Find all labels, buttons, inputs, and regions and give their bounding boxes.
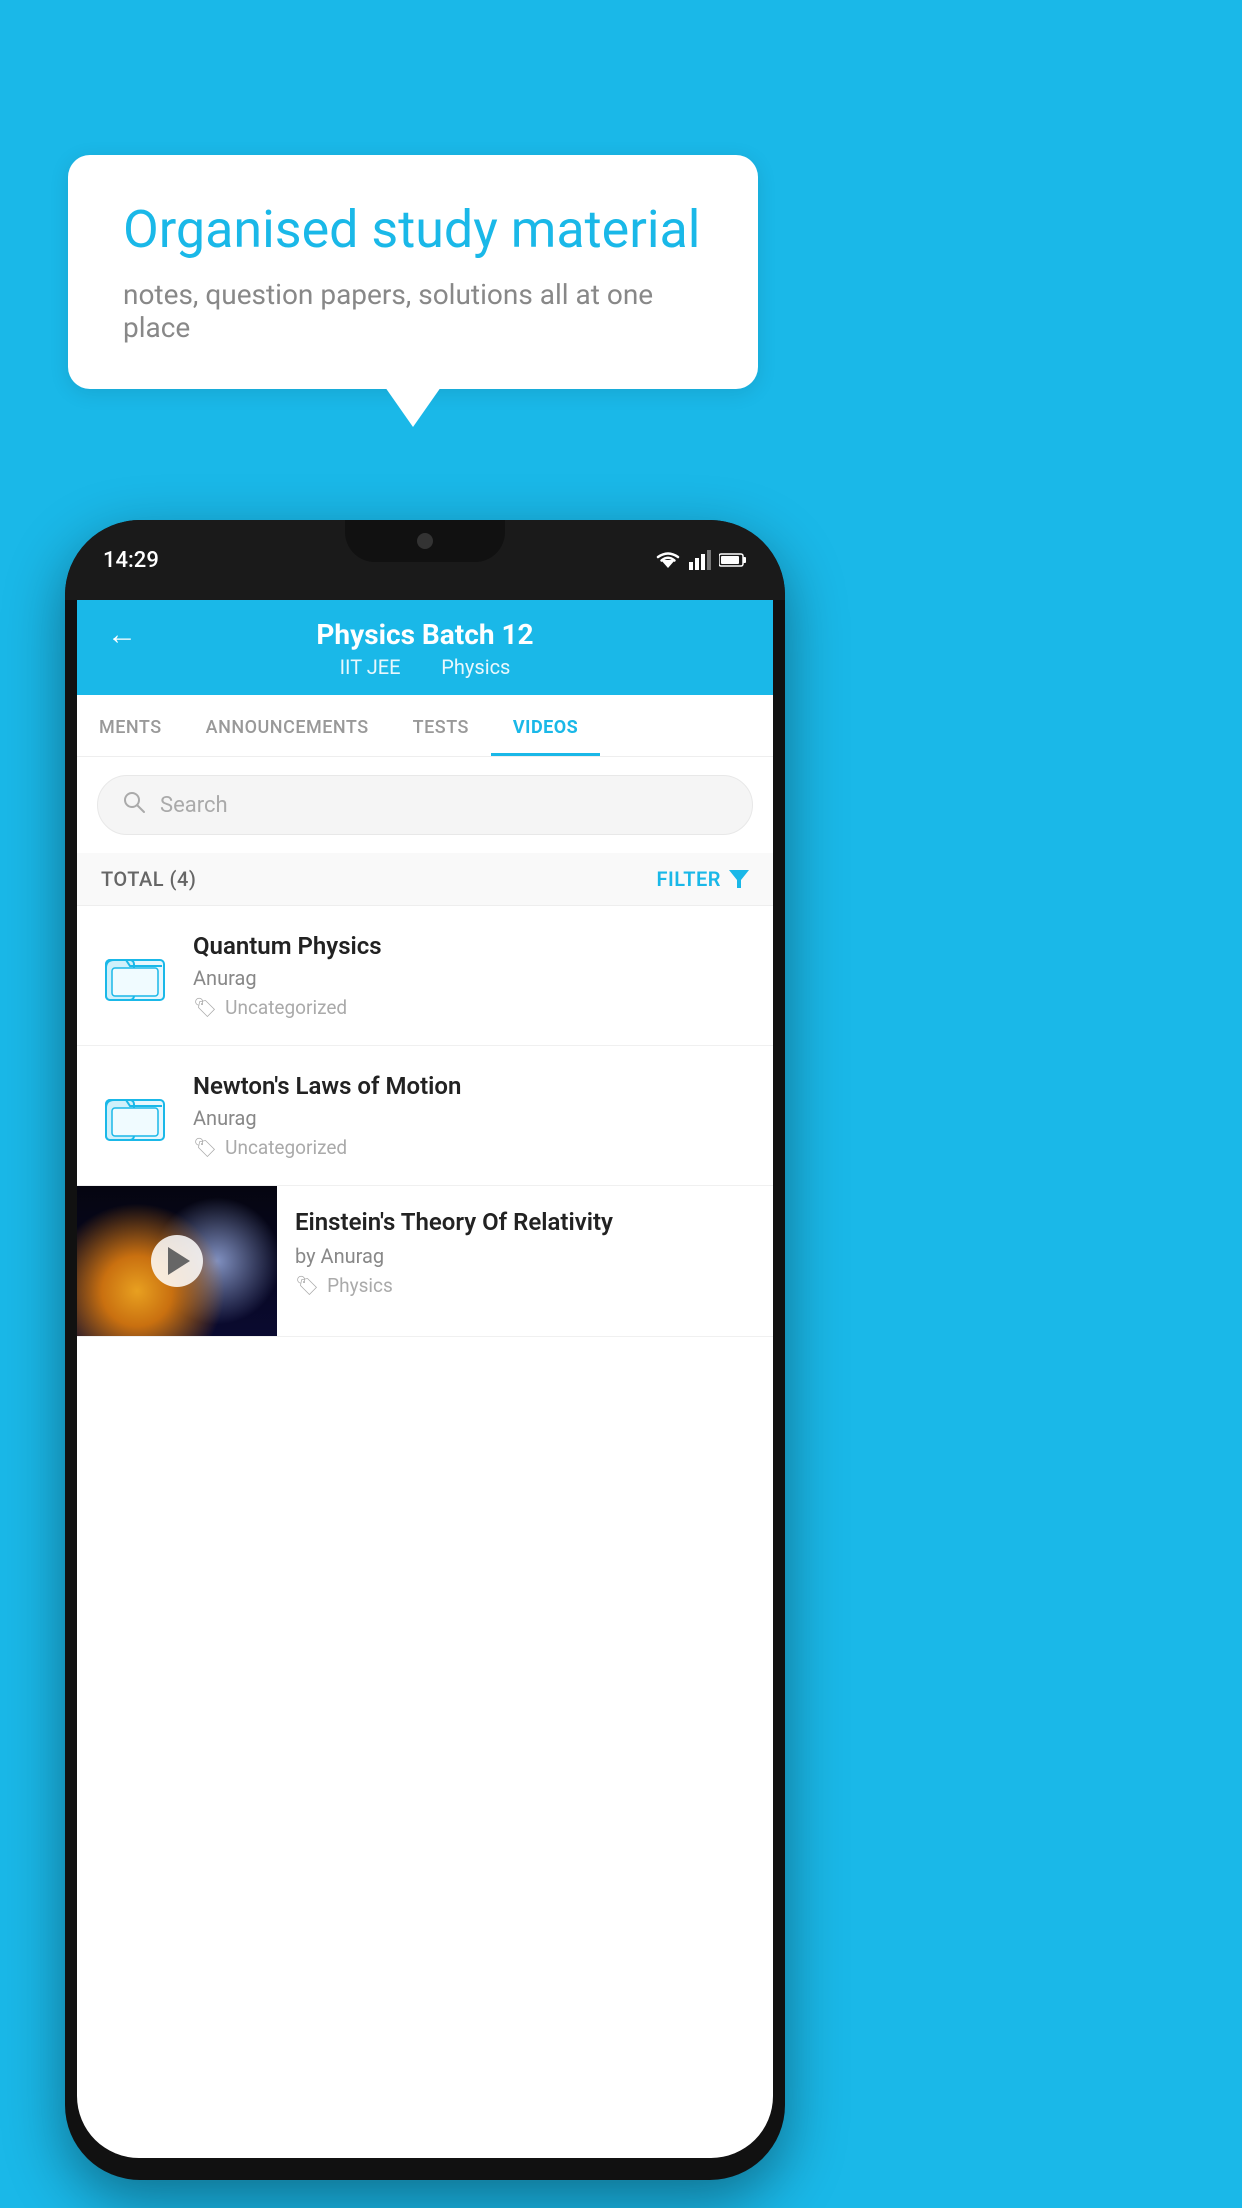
status-bar: 14:29 [65, 520, 785, 600]
tag-label: Uncategorized [225, 1136, 347, 1159]
play-icon [168, 1247, 190, 1275]
video-info: Quantum Physics Anurag 🏷 Uncategorized [193, 932, 751, 1019]
bubble-subtitle: notes, question papers, solutions all at… [123, 278, 703, 344]
tab-videos[interactable]: VIDEOS [491, 695, 600, 756]
folder-icon [99, 1080, 171, 1152]
video-list: Quantum Physics Anurag 🏷 Uncategorized [77, 906, 773, 1337]
wifi-icon [655, 550, 681, 570]
video-info: Newton's Laws of Motion Anurag 🏷 Uncateg… [193, 1072, 751, 1159]
search-input[interactable]: Search [160, 793, 228, 818]
back-button[interactable]: ← [107, 617, 137, 652]
search-bar[interactable]: Search [97, 775, 753, 835]
tag-label: Physics [327, 1274, 393, 1297]
tag-icon: 🏷 [295, 1274, 319, 1297]
tag-icon: 🏷 [193, 996, 217, 1019]
search-icon [122, 790, 146, 820]
phone-notch [345, 520, 505, 562]
status-icons [655, 550, 747, 570]
video-info: Einstein's Theory Of Relativity by Anura… [277, 1186, 773, 1319]
bubble-title: Organised study material [123, 200, 703, 260]
play-button[interactable] [151, 1235, 203, 1287]
app-title: Physics Batch 12 [107, 618, 743, 651]
video-tag: 🏷 Uncategorized [193, 996, 751, 1019]
header-top: ← Physics Batch 12 [107, 618, 743, 651]
filter-label: FILTER [656, 867, 721, 891]
filter-button[interactable]: FILTER [656, 867, 749, 891]
tab-tests[interactable]: TESTS [391, 695, 491, 756]
speech-bubble: Organised study material notes, question… [68, 155, 758, 389]
signal-icon [689, 550, 711, 570]
total-count: TOTAL (4) [101, 867, 196, 891]
list-item[interactable]: Einstein's Theory Of Relativity by Anura… [77, 1186, 773, 1337]
list-item[interactable]: Quantum Physics Anurag 🏷 Uncategorized [77, 906, 773, 1046]
video-tag: 🏷 Uncategorized [193, 1136, 751, 1159]
video-author: Anurag [193, 1106, 751, 1130]
phone-screen: ← Physics Batch 12 IIT JEE Physics MENTS… [77, 600, 773, 2158]
tab-announcements[interactable]: ANNOUNCEMENTS [184, 695, 391, 756]
tag-icon: 🏷 [193, 1136, 217, 1159]
filter-icon [729, 870, 749, 888]
search-container: Search [77, 757, 773, 853]
video-author: by Anurag [295, 1244, 755, 1268]
filter-bar: TOTAL (4) FILTER [77, 853, 773, 906]
app-subtitle: IIT JEE Physics [332, 655, 519, 679]
video-thumbnail [77, 1186, 277, 1336]
tab-ments[interactable]: MENTS [77, 695, 184, 756]
status-time: 14:29 [103, 548, 159, 573]
video-author: Anurag [193, 966, 751, 990]
camera [417, 533, 433, 549]
video-title: Newton's Laws of Motion [193, 1072, 751, 1100]
video-tag: 🏷 Physics [295, 1274, 755, 1297]
app-header: ← Physics Batch 12 IIT JEE Physics [77, 600, 773, 695]
tab-bar: MENTS ANNOUNCEMENTS TESTS VIDEOS [77, 695, 773, 757]
subtitle-part1: IIT JEE [340, 655, 401, 679]
video-title: Quantum Physics [193, 932, 751, 960]
folder-icon [99, 940, 171, 1012]
video-title: Einstein's Theory Of Relativity [295, 1208, 755, 1236]
phone-frame: 14:29 [65, 520, 785, 2180]
battery-icon [719, 552, 747, 568]
subtitle-part2: Physics [441, 655, 510, 679]
tag-label: Uncategorized [225, 996, 347, 1019]
list-item[interactable]: Newton's Laws of Motion Anurag 🏷 Uncateg… [77, 1046, 773, 1186]
